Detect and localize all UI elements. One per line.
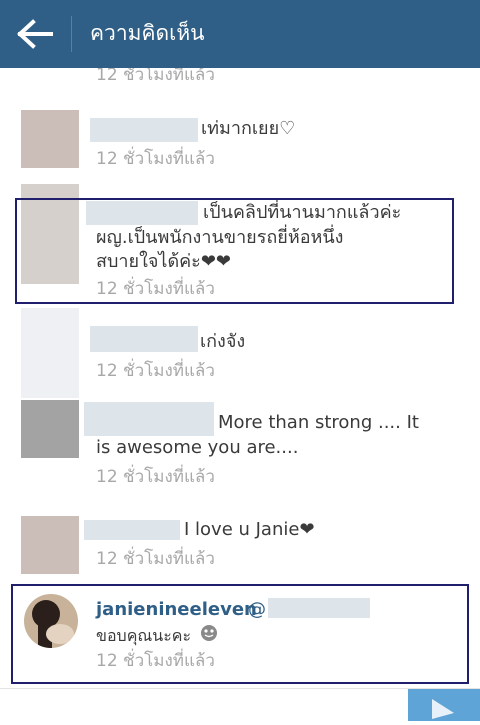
- app-header: ความคิดเห็น: [0, 0, 480, 68]
- comment-item[interactable]: 12 ชั่วโมงที่แล้ว: [0, 68, 480, 92]
- comment-item[interactable]: janienineeleven @ ขอบคุณนะคะ 12 ชั่วโมงท…: [0, 592, 480, 682]
- redacted-username: [84, 402, 214, 436]
- page-title: ความคิดเห็น: [90, 21, 205, 45]
- send-button[interactable]: [408, 689, 480, 721]
- comment-text: ขอบคุณนะคะ: [96, 626, 192, 645]
- comment-text-line: More than strong .... It: [218, 412, 419, 433]
- comment-time: 12 ชั่วโมงที่แล้ว: [96, 651, 215, 671]
- avatar[interactable]: [21, 308, 79, 398]
- comment-item[interactable]: เก่งจัง 12 ชั่วโมงที่แล้ว: [0, 308, 480, 398]
- emoji-icon: [200, 624, 218, 642]
- comment-time: 12 ชั่วโมงที่แล้ว: [96, 149, 215, 169]
- header-divider: [71, 16, 72, 52]
- comments-list[interactable]: 12 ชั่วโมงที่แล้ว เท่มากเยย♡ 12 ชั่วโมงท…: [0, 68, 480, 688]
- comment-text: เก่งจัง: [200, 331, 246, 352]
- comment-time: 12 ชั่วโมงที่แล้ว: [96, 361, 215, 381]
- username-link[interactable]: janienineeleven: [96, 598, 257, 622]
- redacted-username: [84, 520, 180, 540]
- comment-text: I love u Janie❤: [184, 519, 315, 540]
- avatar[interactable]: [21, 110, 79, 168]
- redacted-username: [90, 118, 198, 142]
- mention-prefix: @: [248, 599, 266, 620]
- avatar[interactable]: [21, 516, 79, 574]
- comment-time: 12 ชั่วโมงที่แล้ว: [96, 549, 215, 569]
- send-arrow-icon: [432, 699, 454, 719]
- comment-time: 12 ชั่วโมงที่แล้ว: [96, 68, 215, 85]
- arrow-left-icon: [17, 19, 53, 49]
- redacted-username: [90, 326, 198, 352]
- profile-photo-icon: [24, 594, 78, 648]
- redacted-mention: [268, 598, 370, 618]
- comment-input-bar: [0, 688, 480, 721]
- avatar[interactable]: [24, 594, 78, 648]
- highlight-box: [15, 198, 454, 304]
- back-button[interactable]: [0, 0, 70, 68]
- comment-time: 12 ชั่วโมงที่แล้ว: [96, 467, 215, 487]
- comment-text-line: is awesome you are....: [96, 437, 299, 458]
- avatar[interactable]: [21, 400, 79, 458]
- comment-text: เท่มากเยย♡: [201, 118, 296, 139]
- comment-item[interactable]: More than strong .... It is awesome you …: [0, 400, 480, 500]
